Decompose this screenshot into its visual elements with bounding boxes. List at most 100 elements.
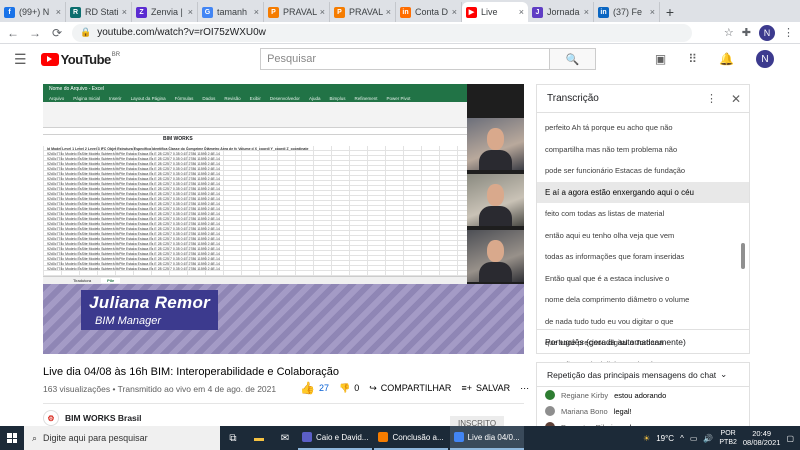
divider: [43, 403, 524, 404]
hamburger-menu-icon[interactable]: ☰: [14, 51, 27, 68]
file-explorer-icon[interactable]: ▬: [246, 426, 272, 450]
youtube-logo[interactable]: YouTube BR: [40, 52, 121, 67]
taskbar-apps: Caio e David... Conclusão a... Live dia 04…: [298, 426, 526, 450]
tab-title: Live: [481, 7, 498, 17]
taskbar-app[interactable]: Caio e David...: [298, 426, 373, 450]
transcript-line[interactable]: então aqui eu tenho olha veja que vem: [537, 225, 749, 247]
close-icon[interactable]: ✕: [731, 92, 741, 106]
channel-name[interactable]: BIM WORKS Brasil: [65, 413, 142, 423]
weather-temp[interactable]: 19°C: [656, 434, 674, 443]
volume-icon[interactable]: 🔊: [703, 434, 713, 443]
video-title: Live dia 04/08 às 16h BIM: Interoperabil…: [43, 366, 339, 378]
clock[interactable]: 20:49 08/08/2021: [743, 429, 781, 447]
browser-tab[interactable]: J Jornada ×: [528, 2, 594, 22]
address-bar[interactable]: 🔒 youtube.com/watch?v=rOI75zWXU0w: [72, 23, 692, 42]
save-button[interactable]: ≡+ SALVAR: [461, 383, 510, 393]
back-icon[interactable]: ←: [4, 24, 22, 42]
excel-menu-item: Ajuda: [308, 95, 321, 101]
search-input[interactable]: Pesquisar: [261, 49, 549, 69]
sheet-tab: Tiradutora: [73, 278, 92, 283]
transcript-line[interactable]: E aí a agora estão enxergando aqui o céu: [537, 181, 749, 203]
network-icon[interactable]: ▭: [690, 434, 698, 443]
browser-tab[interactable]: f (99+) N ×: [0, 2, 66, 22]
notification-center-icon[interactable]: ▢: [786, 434, 794, 443]
transcript-line[interactable]: nome dela comprimento diâmetro o volume: [537, 289, 749, 311]
taskbar-app-label: Caio e David...: [316, 432, 369, 442]
browser-tab[interactable]: Z Zenvia | ×: [132, 2, 198, 22]
taskbar-app[interactable]: Live dia 04/0...: [449, 426, 524, 450]
tab-close-icon[interactable]: ×: [56, 7, 61, 17]
transcript-line[interactable]: feito com todas as listas de material: [537, 203, 749, 225]
bookmark-star-icon[interactable]: ☆: [724, 26, 734, 39]
new-tab-button[interactable]: +: [660, 2, 680, 22]
share-button[interactable]: ↪ COMPARTILHAR: [369, 383, 451, 394]
weather-icon[interactable]: ☀: [643, 434, 650, 443]
tab-close-icon[interactable]: ×: [452, 7, 457, 17]
transcript-line[interactable]: perfeito Ah tá porque eu acho que não: [537, 117, 749, 139]
browser-menu-icon[interactable]: ⋮: [783, 26, 794, 39]
excel-menu-item: Layout da Página: [130, 95, 166, 101]
share-label: COMPARTILHAR: [380, 383, 452, 393]
transcript-line[interactable]: Então qual que é a estaca inclusive o: [537, 268, 749, 290]
tab-close-icon[interactable]: ×: [320, 7, 325, 17]
chevron-down-icon[interactable]: ⌄: [720, 369, 727, 380]
chat-message: Mariana Bono legal!: [537, 403, 749, 419]
dislike-button[interactable]: 👎 0: [339, 383, 359, 394]
channel-avatar[interactable]: ⚙: [43, 410, 59, 426]
browser-tab[interactable]: R RD Stati ×: [66, 2, 132, 22]
browser-tab[interactable]: ▶ Live ×: [462, 2, 528, 22]
transcript-language[interactable]: Português (gerada automaticamente): [537, 329, 749, 353]
excel-menu-item: Refinement: [354, 95, 378, 101]
country-code: BR: [111, 52, 121, 58]
tab-close-icon[interactable]: ×: [188, 7, 193, 17]
create-video-icon[interactable]: ▣: [655, 52, 666, 66]
search-button[interactable]: 🔍: [549, 49, 596, 69]
tab-close-icon[interactable]: ×: [584, 7, 589, 17]
transcript-line[interactable]: compartilha mas não tem problema não: [537, 139, 749, 161]
extensions-icon[interactable]: ✚: [742, 26, 751, 39]
search-box: Pesquisar 🔍: [260, 48, 597, 70]
like-button[interactable]: 👍 27: [300, 381, 329, 395]
mail-icon[interactable]: ✉: [272, 426, 298, 450]
excel-sheet-tabs: Tiradutora Pile: [43, 276, 467, 284]
url-text[interactable]: youtube.com/watch?v=rOI75zWXU0w: [97, 27, 266, 38]
chat-avatar: [545, 390, 555, 400]
profile-avatar[interactable]: N: [759, 24, 775, 41]
browser-tab[interactable]: P PRAVAL ×: [330, 2, 396, 22]
tab-close-icon[interactable]: ×: [122, 7, 127, 17]
notifications-bell-icon[interactable]: 🔔: [719, 52, 734, 66]
tab-close-icon[interactable]: ×: [254, 7, 259, 17]
forward-icon[interactable]: →: [26, 24, 44, 42]
lock-icon: 🔒: [80, 27, 92, 37]
more-actions-icon[interactable]: ⋯: [520, 383, 529, 394]
excel-menu-item: Bimplus: [329, 95, 346, 101]
browser-tab[interactable]: in Conta D ×: [396, 2, 462, 22]
browser-tab[interactable]: P PRAVAL ×: [264, 2, 330, 22]
tab-close-icon[interactable]: ×: [386, 7, 391, 17]
taskbar-search[interactable]: ⌕ Digite aqui para pesquisar: [24, 426, 220, 450]
webcam-column: [467, 118, 524, 284]
transcript-menu-icon[interactable]: ⋮: [706, 92, 717, 105]
transcript-line[interactable]: todas as informações que foram inseridas: [537, 246, 749, 268]
excel-menu-item: Revisão: [224, 95, 241, 101]
tab-favicon-icon: in: [400, 6, 411, 18]
task-view-icon[interactable]: ⧉: [220, 426, 246, 450]
browser-tab[interactable]: Gtamanh ×: [198, 2, 264, 22]
presenter-nameplate: Juliana Remor BIM Manager: [81, 290, 219, 330]
tab-close-icon[interactable]: ×: [519, 7, 524, 17]
reload-icon[interactable]: ⟳: [48, 24, 66, 42]
browser-tab[interactable]: in (37) Fe ×: [594, 2, 660, 22]
taskbar-app[interactable]: Conclusão a...: [374, 426, 448, 450]
video-player[interactable]: Nome do Arquivo - Excel Arquivo Página In…: [43, 84, 524, 354]
thumbs-up-icon: 👍: [300, 381, 315, 395]
tab-close-icon[interactable]: ×: [650, 7, 655, 17]
input-language[interactable]: POR PTB2: [719, 429, 737, 447]
apps-grid-icon[interactable]: ⠿: [688, 52, 697, 66]
taskbar-app-label: Live dia 04/0...: [467, 432, 520, 442]
transcript-scrollbar[interactable]: [741, 243, 745, 269]
tray-chevron-icon[interactable]: ^: [680, 434, 684, 443]
windows-start-button[interactable]: [0, 426, 24, 450]
transcript-line[interactable]: pode ser funcionário Estacas de fundação: [537, 160, 749, 182]
chat-header[interactable]: Repetição das principais mensagens do ch…: [537, 363, 749, 387]
account-avatar[interactable]: N: [756, 50, 774, 68]
